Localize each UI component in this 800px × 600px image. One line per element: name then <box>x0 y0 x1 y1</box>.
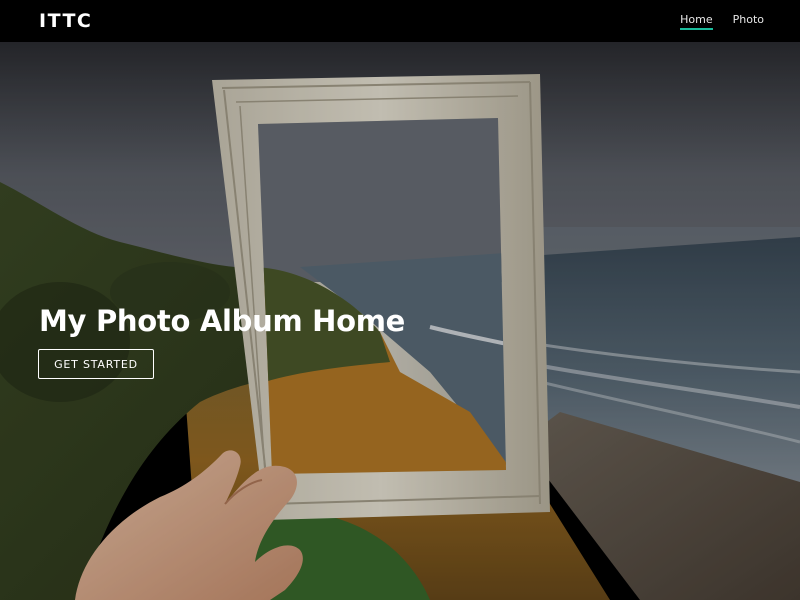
get-started-button[interactable]: GET STARTED <box>38 349 154 379</box>
top-navbar: ITTC Home Photo <box>0 0 800 42</box>
hero-section: My Photo Album Home GET STARTED <box>0 42 800 600</box>
nav-links: Home Photo <box>680 0 764 42</box>
hero-title: My Photo Album Home <box>39 304 406 338</box>
brand-logo-link[interactable]: ITTC <box>39 10 92 32</box>
nav-link-photo[interactable]: Photo <box>733 0 764 42</box>
nav-link-home[interactable]: Home <box>680 0 714 42</box>
